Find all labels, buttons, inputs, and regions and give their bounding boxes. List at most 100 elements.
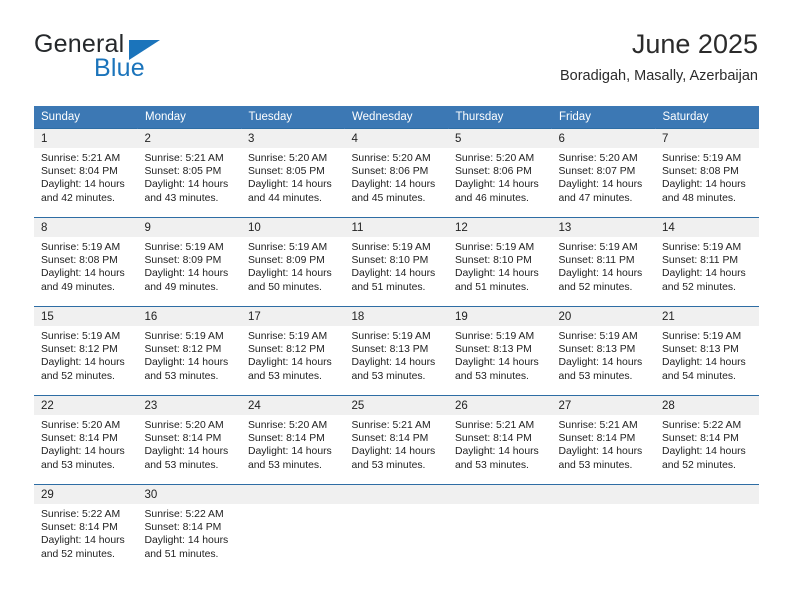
sunrise-text: Sunrise: 5:20 AM — [248, 153, 328, 164]
day-number: 23 — [137, 396, 241, 415]
title-block: June 2025 Boradigah, Masally, Azerbaijan — [560, 28, 758, 85]
day-number: 26 — [448, 396, 552, 415]
day-details: Sunrise: 5:19 AM Sunset: 8:08 PM Daylight:… — [34, 237, 138, 294]
daylight-text-line2: and 53 minutes. — [558, 459, 633, 471]
calendar-week-row: 1 Sunrise: 5:21 AM Sunset: 8:04 PM Daylight… — [34, 128, 759, 218]
daylight-text-line2: and 50 minutes. — [248, 281, 322, 293]
daylight-text-line1: Daylight: 14 hours — [455, 268, 539, 280]
calendar-day-cell[interactable]: 4 Sunrise: 5:20 AM Sunset: 8:06 PM Daylight… — [344, 128, 448, 218]
day-number: 2 — [137, 129, 241, 148]
sunset-text: Sunset: 8:14 PM — [558, 433, 636, 445]
calendar-day-cell[interactable]: 11 Sunrise: 5:19 AM Sunset: 8:10 PM Dayligh… — [344, 217, 448, 307]
day-details: Sunrise: 5:22 AM Sunset: 8:14 PM Daylight:… — [34, 504, 138, 561]
sunrise-text: Sunrise: 5:19 AM — [662, 331, 742, 342]
day-details: Sunrise: 5:21 AM Sunset: 8:14 PM Daylight:… — [345, 415, 449, 472]
day-details: Sunrise: 5:19 AM Sunset: 8:09 PM Daylight:… — [138, 237, 242, 294]
daylight-text-line2: and 52 minutes. — [41, 370, 115, 382]
daylight-text-line2: and 53 minutes. — [144, 370, 219, 382]
daylight-text-line1: Daylight: 14 hours — [144, 535, 229, 547]
page-header: General Blue June 2025 Boradigah, Masall… — [34, 28, 758, 94]
sunrise-text: Sunrise: 5:19 AM — [455, 242, 535, 253]
sunset-text: Sunset: 8:14 PM — [144, 522, 222, 534]
calendar-day-cell[interactable]: 20 Sunrise: 5:19 AM Sunset: 8:13 PM Dayligh… — [551, 306, 655, 396]
day-details: Sunrise: 5:20 AM Sunset: 8:14 PM Daylight:… — [34, 415, 138, 472]
day-number: 11 — [344, 218, 448, 237]
day-number: 3 — [241, 129, 345, 148]
daylight-text-line1: Daylight: 14 hours — [144, 446, 229, 458]
daylight-text-line2: and 42 minutes. — [41, 192, 115, 204]
day-number: 27 — [551, 396, 655, 415]
sunset-text: Sunset: 8:06 PM — [351, 166, 429, 178]
sunrise-text: Sunrise: 5:19 AM — [351, 242, 431, 253]
calendar-day-cell[interactable]: 14 Sunrise: 5:19 AM Sunset: 8:11 PM Dayligh… — [655, 217, 759, 307]
calendar-day-cell[interactable]: 25 Sunrise: 5:21 AM Sunset: 8:14 PM Dayligh… — [344, 395, 449, 485]
calendar-day-cell[interactable]: 1 Sunrise: 5:21 AM Sunset: 8:04 PM Daylight… — [34, 128, 138, 218]
calendar-day-cell[interactable]: 2 Sunrise: 5:21 AM Sunset: 8:05 PM Daylight… — [137, 128, 241, 218]
calendar-day-cell[interactable]: 5 Sunrise: 5:20 AM Sunset: 8:06 PM Daylight… — [448, 128, 552, 218]
daylight-text-line2: and 51 minutes. — [455, 281, 529, 293]
general-blue-logo[interactable]: General Blue — [34, 30, 234, 86]
calendar-day-cell[interactable]: 13 Sunrise: 5:19 AM Sunset: 8:11 PM Dayligh… — [551, 217, 656, 307]
calendar-day-cell[interactable]: 26 Sunrise: 5:21 AM Sunset: 8:14 PM Dayligh… — [448, 395, 552, 485]
weekday-header-monday: Monday — [137, 106, 242, 129]
sunset-text: Sunset: 8:05 PM — [248, 166, 325, 178]
calendar-day-cell[interactable]: 30 Sunrise: 5:22 AM Sunset: 8:14 PM Dayligh… — [137, 484, 242, 573]
daylight-text-line1: Daylight: 14 hours — [41, 357, 125, 369]
calendar-day-cell[interactable]: 17 Sunrise: 5:19 AM Sunset: 8:12 PM Dayligh… — [241, 306, 345, 396]
day-details: Sunrise: 5:19 AM Sunset: 8:11 PM Daylight:… — [552, 237, 656, 294]
calendar-day-cell[interactable]: 29 Sunrise: 5:22 AM Sunset: 8:14 PM Dayligh… — [34, 484, 138, 573]
calendar-day-cell[interactable]: 24 Sunrise: 5:20 AM Sunset: 8:14 PM Dayligh… — [241, 395, 345, 485]
calendar-page: General Blue June 2025 Boradigah, Masall… — [0, 0, 792, 612]
day-number: 9 — [137, 218, 241, 237]
logo-text-blue: Blue — [94, 54, 145, 82]
sunset-text: Sunset: 8:11 PM — [662, 255, 739, 267]
sunrise-text: Sunrise: 5:19 AM — [558, 331, 638, 342]
calendar-day-cell[interactable]: 19 Sunrise: 5:19 AM Sunset: 8:13 PM Dayligh… — [448, 306, 552, 396]
calendar-day-cell[interactable]: 10 Sunrise: 5:19 AM Sunset: 8:09 PM Dayligh… — [241, 217, 345, 307]
sunset-text: Sunset: 8:10 PM — [455, 255, 532, 267]
daylight-text-line1: Daylight: 14 hours — [144, 268, 229, 280]
calendar-day-cell[interactable]: 22 Sunrise: 5:20 AM Sunset: 8:14 PM Dayligh… — [34, 395, 138, 485]
sunrise-text: Sunrise: 5:19 AM — [455, 331, 535, 342]
sunset-text: Sunset: 8:13 PM — [351, 344, 429, 356]
sunrise-text: Sunrise: 5:19 AM — [248, 331, 328, 342]
daylight-text-line2: and 51 minutes. — [144, 548, 219, 560]
daylight-text-line2: and 49 minutes. — [41, 281, 115, 293]
day-number: 18 — [344, 307, 448, 326]
calendar-day-cell[interactable]: 3 Sunrise: 5:20 AM Sunset: 8:05 PM Daylight… — [241, 128, 345, 218]
day-number: 5 — [448, 129, 552, 148]
sunset-text: Sunset: 8:12 PM — [248, 344, 325, 356]
day-details: Sunrise: 5:20 AM Sunset: 8:05 PM Daylight:… — [241, 148, 345, 205]
calendar-day-cell[interactable]: 16 Sunrise: 5:19 AM Sunset: 8:12 PM Dayligh… — [137, 306, 241, 396]
day-number — [241, 485, 345, 504]
daylight-text-line1: Daylight: 14 hours — [455, 179, 539, 191]
sunrise-text: Sunrise: 5:19 AM — [662, 242, 742, 253]
calendar-day-cell[interactable]: 21 Sunrise: 5:19 AM Sunset: 8:13 PM Dayligh… — [655, 306, 759, 396]
sunset-text: Sunset: 8:10 PM — [351, 255, 429, 267]
sunrise-text: Sunrise: 5:19 AM — [144, 242, 224, 253]
calendar-day-cell[interactable]: 27 Sunrise: 5:21 AM Sunset: 8:14 PM Dayligh… — [551, 395, 656, 485]
daylight-text-line2: and 49 minutes. — [144, 281, 219, 293]
day-details: Sunrise: 5:22 AM Sunset: 8:14 PM Daylight:… — [138, 504, 242, 561]
weekday-header-wednesday: Wednesday — [344, 106, 449, 129]
calendar-day-cell[interactable]: 7 Sunrise: 5:19 AM Sunset: 8:08 PM Daylight… — [655, 128, 759, 218]
day-details: Sunrise: 5:21 AM Sunset: 8:14 PM Daylight:… — [552, 415, 656, 472]
calendar-day-cell[interactable]: 18 Sunrise: 5:19 AM Sunset: 8:13 PM Dayligh… — [344, 306, 448, 396]
calendar-day-cell[interactable]: 9 Sunrise: 5:19 AM Sunset: 8:09 PM Daylight… — [137, 217, 242, 307]
sunset-text: Sunset: 8:14 PM — [351, 433, 429, 445]
day-details: Sunrise: 5:19 AM Sunset: 8:09 PM Daylight:… — [241, 237, 345, 294]
day-details: Sunrise: 5:19 AM Sunset: 8:11 PM Daylight:… — [655, 237, 759, 294]
calendar-day-cell[interactable]: 8 Sunrise: 5:19 AM Sunset: 8:08 PM Daylight… — [34, 217, 138, 307]
day-details: Sunrise: 5:19 AM Sunset: 8:12 PM Daylight:… — [241, 326, 345, 383]
day-number: 17 — [241, 307, 345, 326]
calendar-day-cell[interactable]: 15 Sunrise: 5:19 AM Sunset: 8:12 PM Dayligh… — [34, 306, 138, 396]
calendar-week-row: 29 Sunrise: 5:22 AM Sunset: 8:14 PM Dayligh… — [34, 484, 759, 573]
calendar-day-cell[interactable]: 28 Sunrise: 5:22 AM Sunset: 8:14 PM Dayligh… — [655, 395, 759, 485]
sunrise-text: Sunrise: 5:20 AM — [351, 153, 431, 164]
daylight-text-line2: and 52 minutes. — [41, 548, 115, 560]
calendar-day-cell[interactable]: 23 Sunrise: 5:20 AM Sunset: 8:14 PM Dayligh… — [137, 395, 241, 485]
weekday-header-tuesday: Tuesday — [241, 106, 345, 129]
sunset-text: Sunset: 8:14 PM — [455, 433, 532, 445]
calendar-day-cell[interactable]: 12 Sunrise: 5:19 AM Sunset: 8:10 PM Dayligh… — [448, 217, 552, 307]
calendar-day-cell[interactable]: 6 Sunrise: 5:20 AM Sunset: 8:07 PM Daylight… — [551, 128, 655, 218]
